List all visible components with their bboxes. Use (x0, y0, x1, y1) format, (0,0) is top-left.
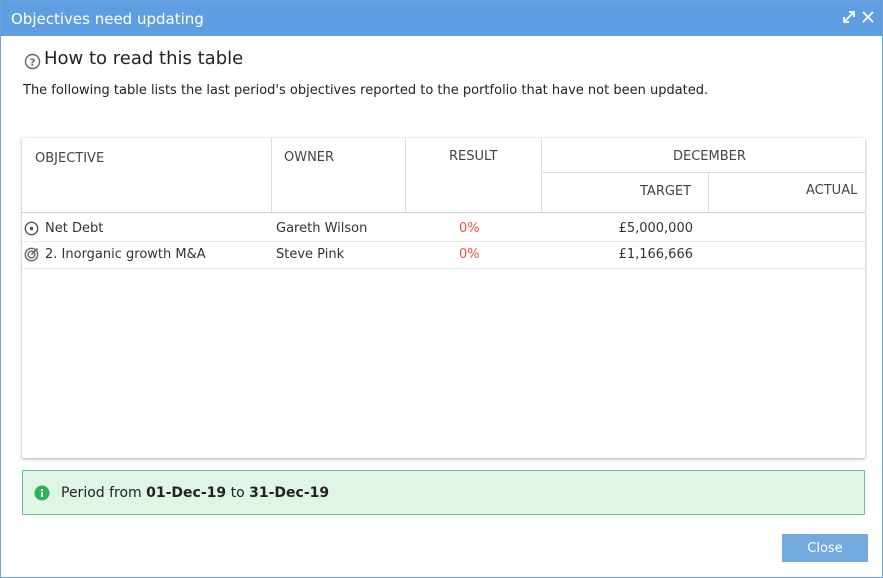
header-owner[interactable]: OWNER (284, 150, 334, 165)
period-prefix: Period from (61, 485, 142, 501)
owner-name: Gareth Wilson (276, 221, 368, 236)
target-value: £5,000,000 (618, 221, 693, 236)
close-button[interactable]: Close (782, 534, 868, 562)
period-from-date: 01-Dec-19 (146, 485, 227, 501)
objectives-table: OBJECTIVE OWNER RESULT DECEMBER TARGET A… (22, 138, 865, 458)
info-icon (34, 485, 50, 505)
header-actual[interactable]: ACTUAL (806, 183, 857, 198)
result-value: 0% (459, 221, 480, 236)
objective-name[interactable]: Net Debt (45, 221, 103, 236)
dialog-titlebar[interactable]: Objectives need updating (1, 1, 882, 36)
period-to-date: 31-Dec-19 (249, 485, 330, 501)
header-result[interactable]: RESULT (449, 149, 497, 164)
owner-name: Steve Pink (276, 247, 345, 262)
objective-name[interactable]: 2. Inorganic growth M&A (45, 247, 206, 262)
help-circle-icon: ? (24, 53, 41, 74)
circle-dot-icon (24, 221, 39, 240)
result-value: 0% (459, 247, 480, 262)
dialog-title: Objectives need updating (11, 10, 204, 28)
svg-text:?: ? (30, 58, 36, 69)
target-value: £1,166,666 (618, 247, 693, 262)
header-target[interactable]: TARGET (640, 184, 691, 199)
close-icon[interactable] (860, 9, 876, 25)
period-middle: to (230, 485, 245, 501)
header-december: DECEMBER (673, 149, 746, 164)
header-objective[interactable]: OBJECTIVE (35, 151, 104, 166)
target-icon (24, 247, 39, 266)
help-description: The following table lists the last perio… (23, 83, 709, 98)
objectives-dialog: Objectives need updating ? How to read t… (0, 0, 883, 578)
help-heading: How to read this table (44, 48, 244, 69)
period-text: Period from 01-Dec-19 to 31-Dec-19 (61, 485, 329, 501)
period-info-banner: Period from 01-Dec-19 to 31-Dec-19 (22, 470, 865, 515)
maximize-icon[interactable] (841, 9, 857, 25)
